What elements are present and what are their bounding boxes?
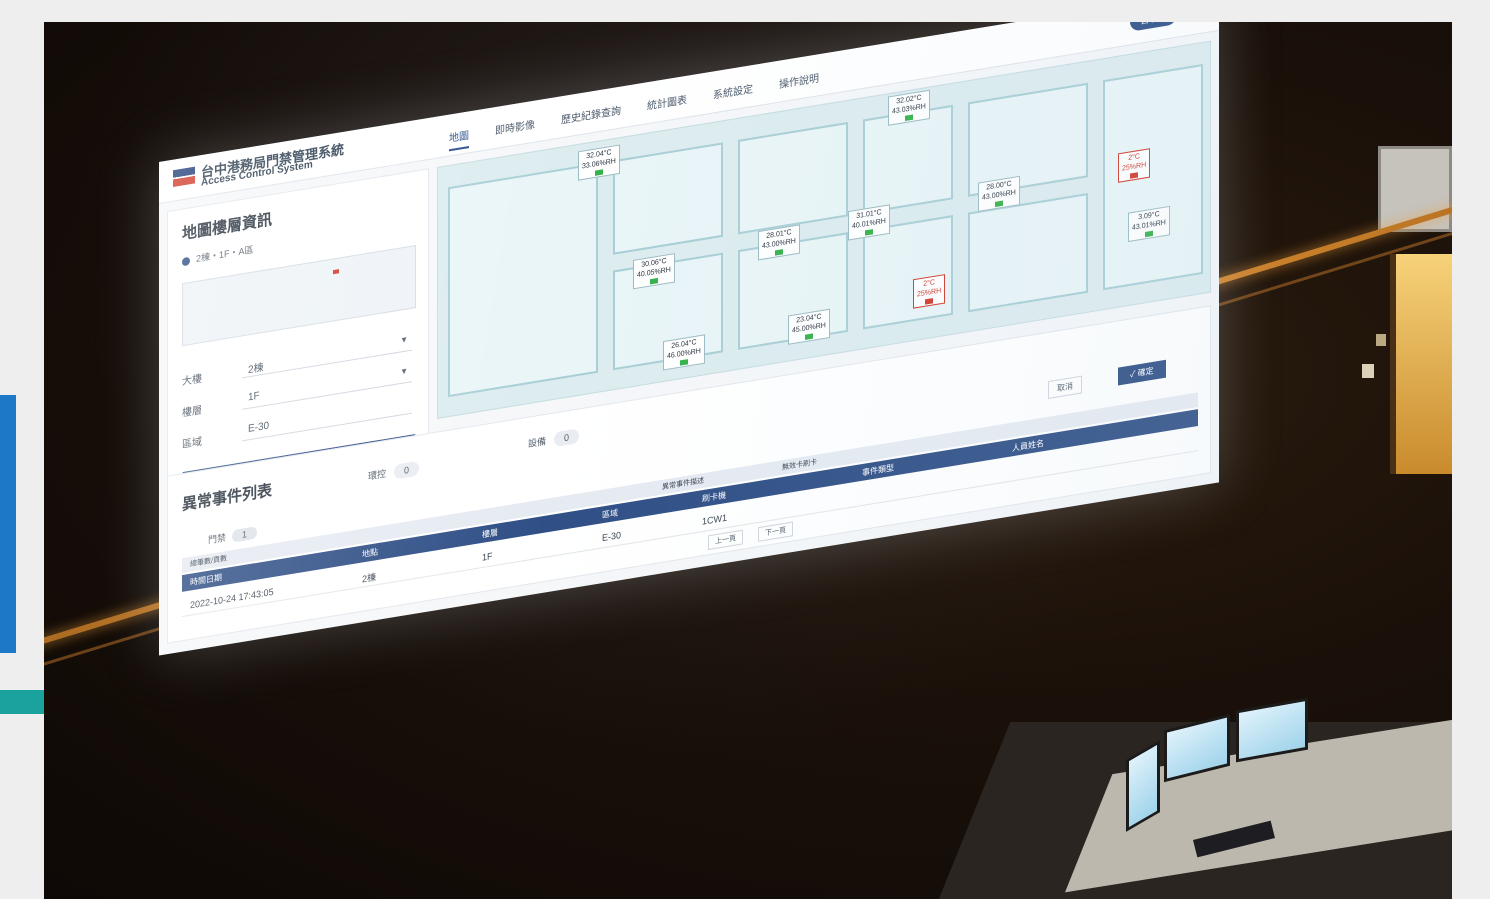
- next-page-button[interactable]: 下一頁: [758, 521, 793, 542]
- sensor-tag[interactable]: 26.04°C 46.00%RH: [663, 334, 705, 371]
- col-reader: 刷卡機: [702, 490, 726, 504]
- accent-blue-bar: [0, 395, 16, 653]
- sensor-status-icon: [804, 333, 813, 340]
- nav-history[interactable]: 歷史紀錄查詢: [561, 101, 621, 133]
- chevron-down-icon: ▼: [400, 365, 408, 377]
- col-area: 區域: [602, 508, 618, 521]
- nav-stats[interactable]: 統計圖表: [647, 90, 687, 119]
- sensor-tag[interactable]: 23.04°C 45.00%RH: [788, 308, 830, 345]
- device-count: 設備 0: [528, 428, 580, 451]
- alert-status-icon: [925, 298, 934, 305]
- col-place: 地點: [362, 547, 378, 560]
- sensor-tag-alert[interactable]: 2°C 25%RH: [1118, 148, 1151, 183]
- sensor-status-icon: [1144, 230, 1153, 238]
- col-time: 時間日期: [190, 572, 222, 588]
- ok-button[interactable]: ✓ 確定: [1118, 359, 1166, 386]
- nav-live-video[interactable]: 即時影像: [495, 115, 535, 144]
- floor-info-title: 地圖樓層資訊: [182, 210, 273, 244]
- col-person: 人員姓名: [1012, 438, 1044, 454]
- chevron-down-icon: ▼: [400, 334, 408, 346]
- current-location: 2棟・1F・A區: [182, 242, 254, 267]
- cancel-button[interactable]: 取消: [1048, 375, 1082, 399]
- map-room: [968, 192, 1088, 313]
- tab-door[interactable]: 門禁 1: [208, 525, 258, 547]
- nav-settings[interactable]: 系統設定: [713, 80, 753, 109]
- minimap-marker-icon: [333, 269, 339, 275]
- sensor-status-icon: [649, 277, 658, 285]
- control-room-photo: 台中港務局門禁管理系統 Access Control System 地圖 即時影…: [44, 22, 1452, 899]
- location-dot-icon: [182, 256, 190, 266]
- header-right: 管理員 登出: [1129, 22, 1205, 32]
- building-label: 大樓: [182, 373, 202, 389]
- sensor-status-icon: [679, 359, 688, 366]
- prev-page-button[interactable]: 上一頁: [708, 529, 743, 551]
- table-row[interactable]: 2022-10-24 17:43:05 2棟 1F E-30 1CW1: [182, 432, 1198, 618]
- map-room: [448, 162, 598, 398]
- event-list-title: 異常事件列表: [182, 481, 273, 515]
- sensor-status-icon: [774, 249, 783, 256]
- sensor-status-icon: [994, 200, 1003, 208]
- video-wall-screen: 台中港務局門禁管理系統 Access Control System 地圖 即時影…: [159, 22, 1219, 656]
- page: 台中港務局門禁管理系統 Access Control System 地圖 即時影…: [0, 0, 1490, 899]
- env-count: 環控 0: [368, 460, 420, 484]
- nav-help[interactable]: 操作說明: [779, 69, 819, 98]
- map-room: [738, 121, 848, 235]
- tipc-logo-icon: [173, 166, 195, 188]
- map-room: [968, 82, 1088, 197]
- col-floor: 樓層: [482, 527, 498, 540]
- nav-map[interactable]: 地圖: [449, 126, 469, 152]
- col-event-type: 事件類型: [862, 463, 894, 478]
- sensor-status-icon: [864, 229, 873, 236]
- map-room: [613, 142, 723, 255]
- floor-label: 樓層: [182, 404, 202, 420]
- user-pill[interactable]: 管理員: [1129, 22, 1177, 32]
- area-label: 區域: [182, 436, 202, 452]
- sensor-tag-alert[interactable]: 2°C 25%RH: [913, 274, 946, 309]
- alert-status-icon: [1130, 172, 1139, 179]
- sensor-status-icon: [904, 114, 913, 122]
- sensor-status-icon: [594, 169, 603, 176]
